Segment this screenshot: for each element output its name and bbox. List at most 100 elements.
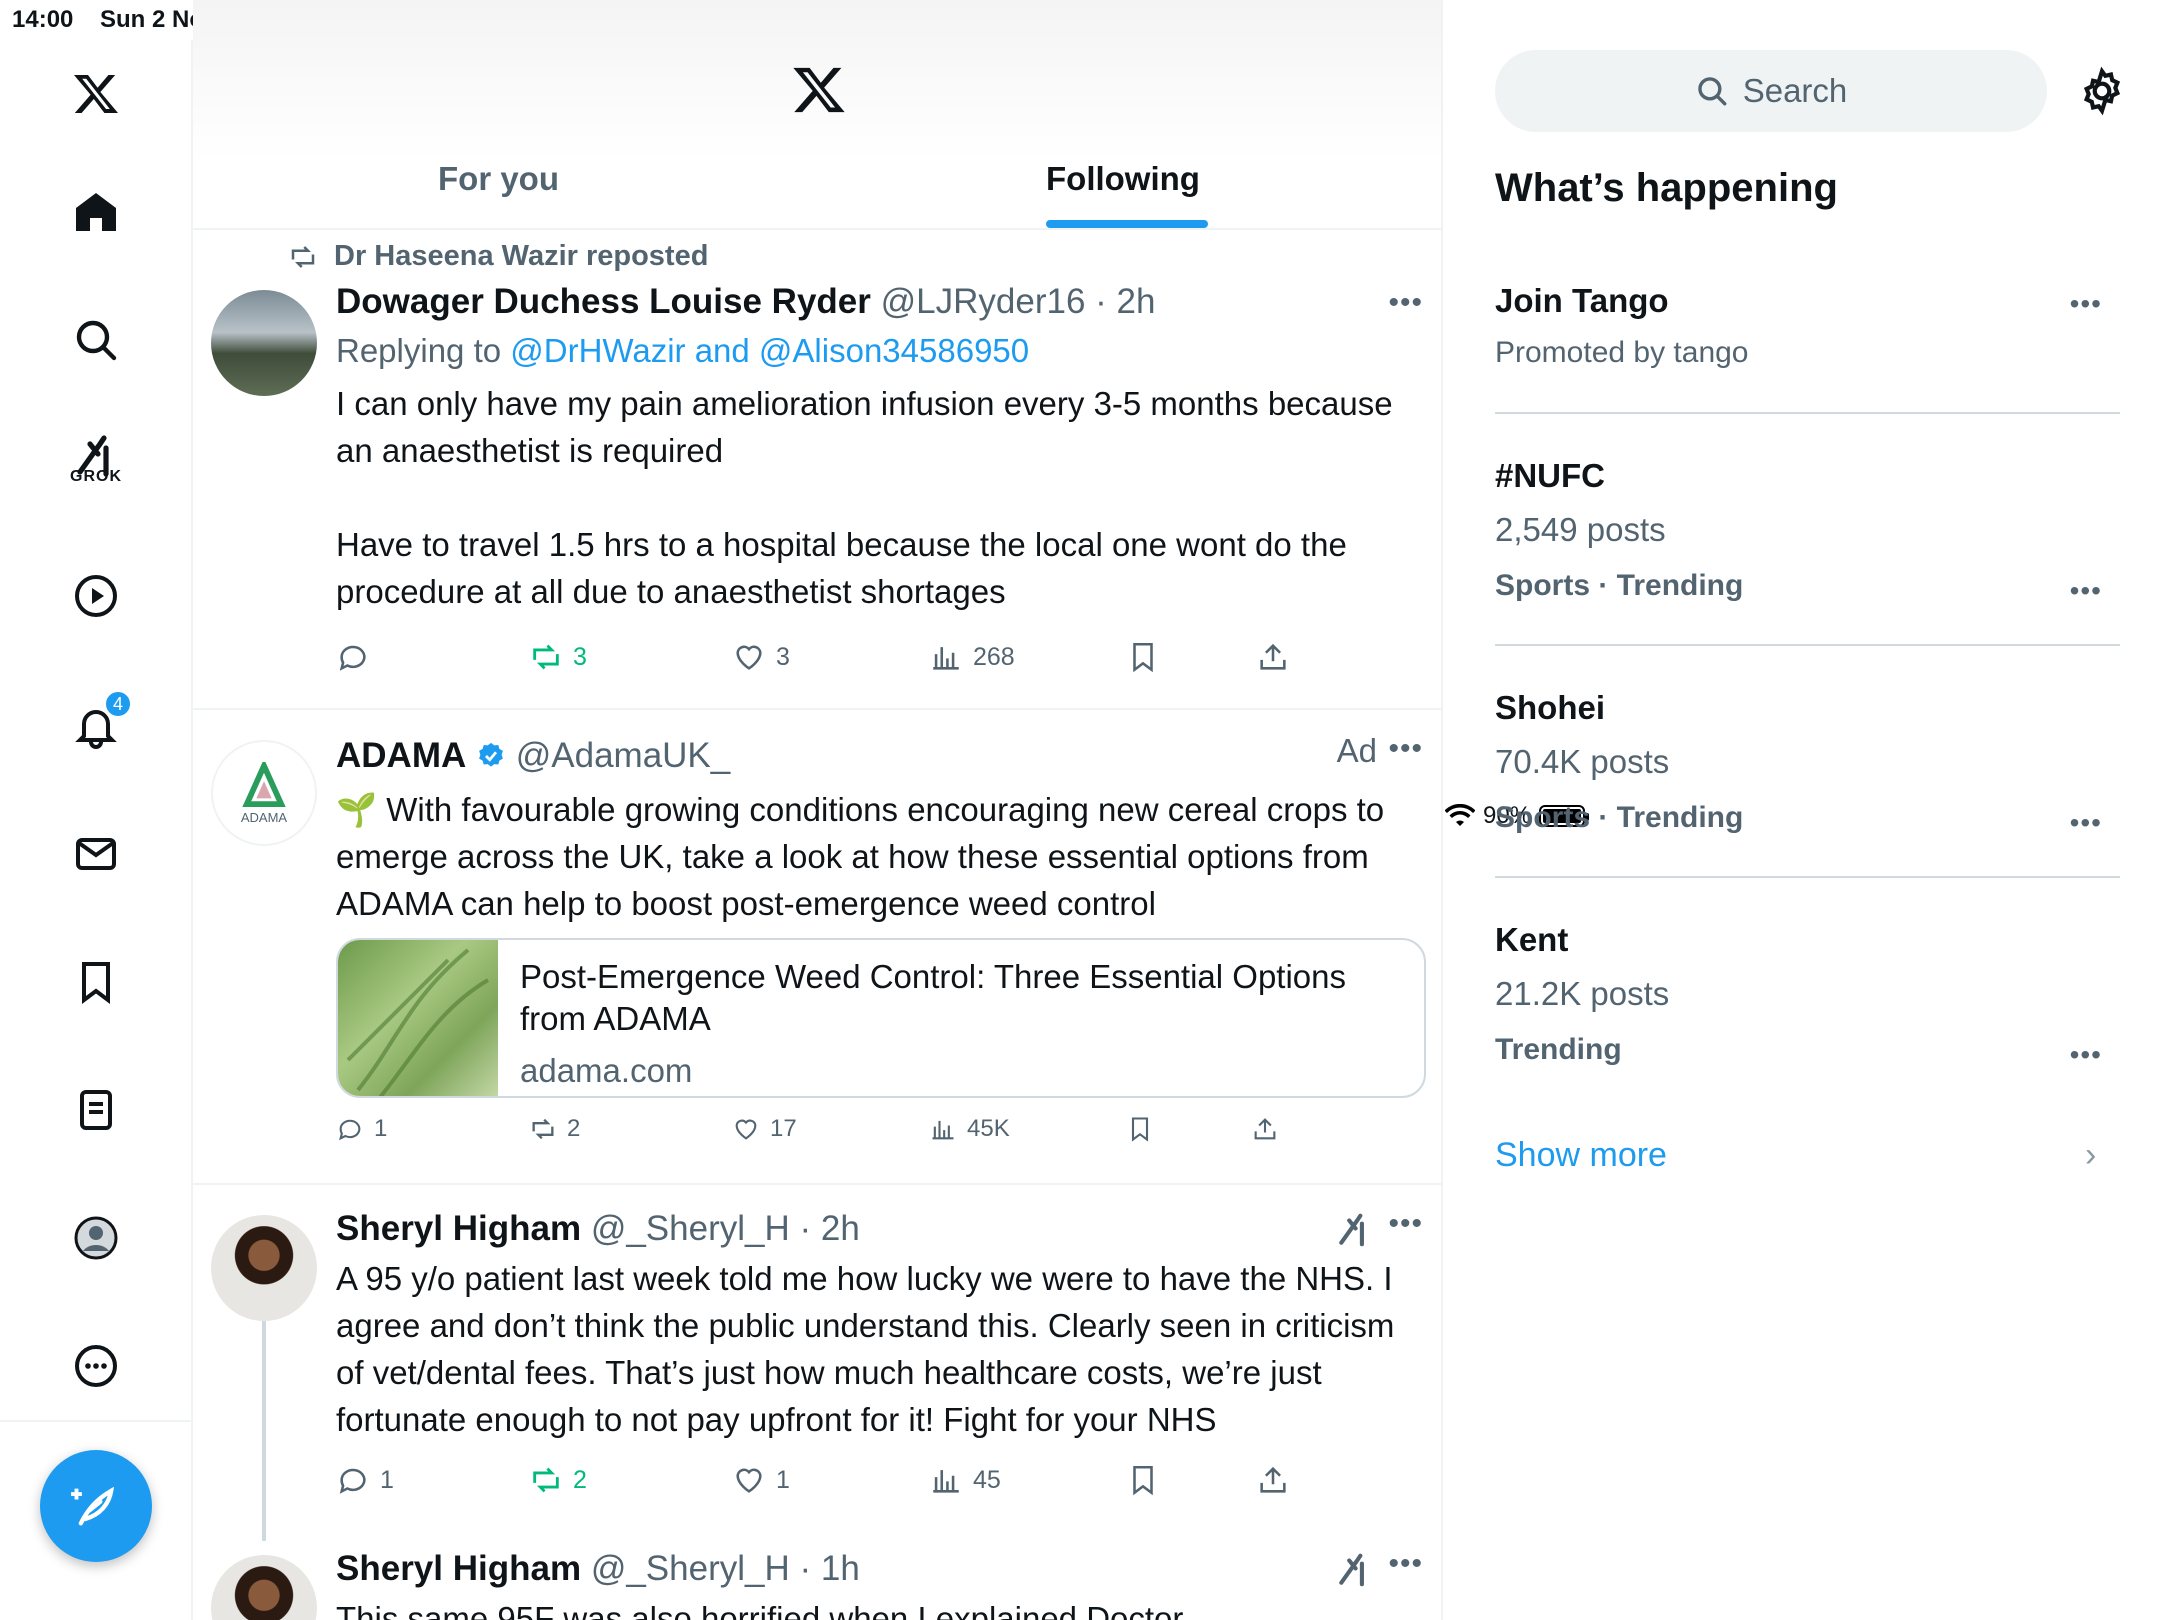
- x-logo-icon[interactable]: [64, 62, 128, 126]
- post-actions: 1 2 1 45: [336, 1463, 1416, 1503]
- author-name[interactable]: ADAMA: [336, 736, 466, 775]
- post-more-icon[interactable]: •••: [1388, 1207, 1423, 1241]
- share-button[interactable]: [1256, 1463, 1290, 1497]
- trend-divider: [1495, 876, 2120, 878]
- trend-title: Kent: [1495, 921, 1569, 958]
- post-more-icon[interactable]: •••: [1388, 732, 1423, 766]
- post-card[interactable]: Sheryl Higham @_Sheryl_H · 2h A 95 y/o p…: [193, 1185, 1441, 1541]
- repost-icon: [533, 1467, 559, 1493]
- author-handle[interactable]: @_Sheryl_H: [591, 1209, 790, 1248]
- trend-more-icon[interactable]: •••: [2070, 1039, 2102, 1071]
- reply-bubble-icon: [339, 1468, 366, 1494]
- reply-button[interactable]: 1: [336, 1115, 387, 1143]
- tab-for-you[interactable]: For you: [438, 160, 559, 198]
- views-button[interactable]: 45: [929, 1463, 1001, 1497]
- video-play-icon[interactable]: [64, 564, 128, 628]
- link-card-domain: adama.com: [520, 1052, 693, 1089]
- trend-item[interactable]: Kent 21.2K posts Trending •••: [1495, 921, 2120, 1070]
- author-handle[interactable]: @LJRyder16: [881, 282, 1086, 321]
- like-count: 1: [776, 1465, 790, 1494]
- post-card[interactable]: Sheryl Higham @_Sheryl_H · 1h This same …: [193, 1525, 1441, 1620]
- reply-button[interactable]: [336, 640, 380, 674]
- post-card[interactable]: Dr Haseena Wazir reposted Dowager Duches…: [193, 230, 1441, 710]
- status-time: 14:00: [12, 6, 74, 33]
- search-input[interactable]: Search: [1495, 50, 2047, 132]
- post-header: Dowager Duchess Louise Ryder @LJRyder16 …: [336, 282, 1416, 322]
- share-upload-icon: [1260, 1466, 1286, 1493]
- view-count: 45: [973, 1465, 1001, 1494]
- settings-gear-icon[interactable]: [2077, 66, 2127, 116]
- bookmark-button[interactable]: [1126, 1115, 1154, 1143]
- compose-post-button[interactable]: [40, 1450, 152, 1562]
- grok-icon[interactable]: GROK: [64, 424, 128, 488]
- trend-more-icon[interactable]: •••: [2070, 575, 2102, 607]
- lists-icon[interactable]: [64, 1078, 128, 1142]
- repost-count: 2: [573, 1465, 587, 1494]
- like-button[interactable]: 17: [732, 1115, 797, 1143]
- share-button[interactable]: [1256, 640, 1290, 674]
- trend-item[interactable]: Shohei 70.4K posts Sports · Trending •••: [1495, 689, 2120, 838]
- link-preview-card[interactable]: Post-Emergence Weed Control: Three Essen…: [336, 938, 1426, 1098]
- like-button[interactable]: 1: [732, 1463, 790, 1497]
- views-button[interactable]: 45K: [929, 1115, 1010, 1143]
- main-timeline: For you Following Dr Haseena Wazir repos…: [193, 0, 1443, 1620]
- grok-explain-icon[interactable]: [1335, 1211, 1373, 1249]
- home-icon[interactable]: [64, 180, 128, 244]
- repost-by-label: Dr Haseena Wazir reposted: [334, 240, 709, 272]
- author-handle[interactable]: @AdamaUK_: [516, 736, 731, 775]
- post-time: · 1h: [799, 1549, 860, 1588]
- heart-icon: [735, 1119, 757, 1140]
- trend-more-icon[interactable]: •••: [2070, 807, 2102, 839]
- trend-more-icon[interactable]: •••: [2070, 288, 2102, 320]
- explore-search-icon[interactable]: [64, 308, 128, 372]
- adama-logo-text: ADAMA: [240, 809, 288, 825]
- tab-following[interactable]: Following: [1046, 160, 1200, 198]
- author-name[interactable]: Sheryl Higham: [336, 1549, 581, 1588]
- trend-promoted-by: Promoted by tango: [1495, 336, 1749, 369]
- trend-item[interactable]: Join Tango Promoted by tango •••: [1495, 282, 2120, 370]
- timeline-header: For you Following: [193, 0, 1441, 230]
- repost-button[interactable]: 2: [529, 1115, 580, 1143]
- post-more-icon[interactable]: •••: [1388, 1547, 1423, 1581]
- post-content: Dowager Duchess Louise Ryder @LJRyder16 …: [336, 282, 1416, 615]
- post-content: Sheryl Higham @_Sheryl_H · 2h A 95 y/o p…: [336, 1209, 1416, 1443]
- notifications-bell-icon[interactable]: 4: [64, 690, 132, 758]
- adama-logo-avatar[interactable]: ADAMA: [211, 740, 317, 846]
- share-button[interactable]: [1251, 1115, 1279, 1143]
- link-card-image: [338, 940, 498, 1096]
- reply-button[interactable]: 1: [336, 1463, 394, 1497]
- replying-to-mentions[interactable]: @DrHWazir and @Alison34586950: [510, 332, 1029, 369]
- author-avatar[interactable]: [211, 1555, 317, 1620]
- link-card-title: Post-Emergence Weed Control: Three Essen…: [520, 958, 1347, 1037]
- post-text: A 95 y/o patient last week told me how l…: [336, 1260, 1395, 1438]
- trend-divider: [1495, 412, 2120, 414]
- grok-explain-icon[interactable]: [1335, 1551, 1373, 1589]
- trend-divider: [1495, 644, 2120, 646]
- reply-count: 1: [374, 1115, 388, 1142]
- view-count: 268: [973, 642, 1015, 671]
- author-avatar[interactable]: [211, 290, 317, 396]
- like-button[interactable]: 3: [732, 640, 790, 674]
- post-actions: 1 2 17 45K: [336, 1115, 1416, 1155]
- author-name[interactable]: Sheryl Higham: [336, 1209, 581, 1248]
- messages-envelope-icon[interactable]: [64, 822, 128, 886]
- repost-button[interactable]: 2: [529, 1463, 587, 1497]
- bookmarks-icon[interactable]: [64, 950, 128, 1014]
- trend-item[interactable]: #NUFC 2,549 posts Sports · Trending •••: [1495, 457, 2120, 606]
- bookmark-button[interactable]: [1126, 1463, 1160, 1497]
- x-logo-icon[interactable]: [791, 62, 847, 118]
- bookmark-button[interactable]: [1126, 640, 1160, 674]
- repost-button[interactable]: 3: [529, 640, 587, 674]
- ad-label: Ad: [1336, 732, 1377, 769]
- views-button[interactable]: 268: [929, 640, 1015, 674]
- author-avatar[interactable]: [211, 1215, 317, 1321]
- author-handle[interactable]: @_Sheryl_H: [591, 1549, 790, 1588]
- show-more-link[interactable]: Show more: [1495, 1136, 1667, 1175]
- promoted-post-card[interactable]: ADAMA ADAMA @AdamaUK_ 🌱 With favourable …: [193, 710, 1441, 1185]
- post-actions: 3 3 268: [336, 640, 1416, 680]
- post-more-icon[interactable]: •••: [1388, 286, 1423, 320]
- more-options-icon[interactable]: [64, 1334, 128, 1398]
- author-name[interactable]: Dowager Duchess Louise Ryder: [336, 282, 871, 321]
- profile-avatar-icon[interactable]: [64, 1206, 128, 1270]
- share-upload-icon: [1254, 1118, 1276, 1140]
